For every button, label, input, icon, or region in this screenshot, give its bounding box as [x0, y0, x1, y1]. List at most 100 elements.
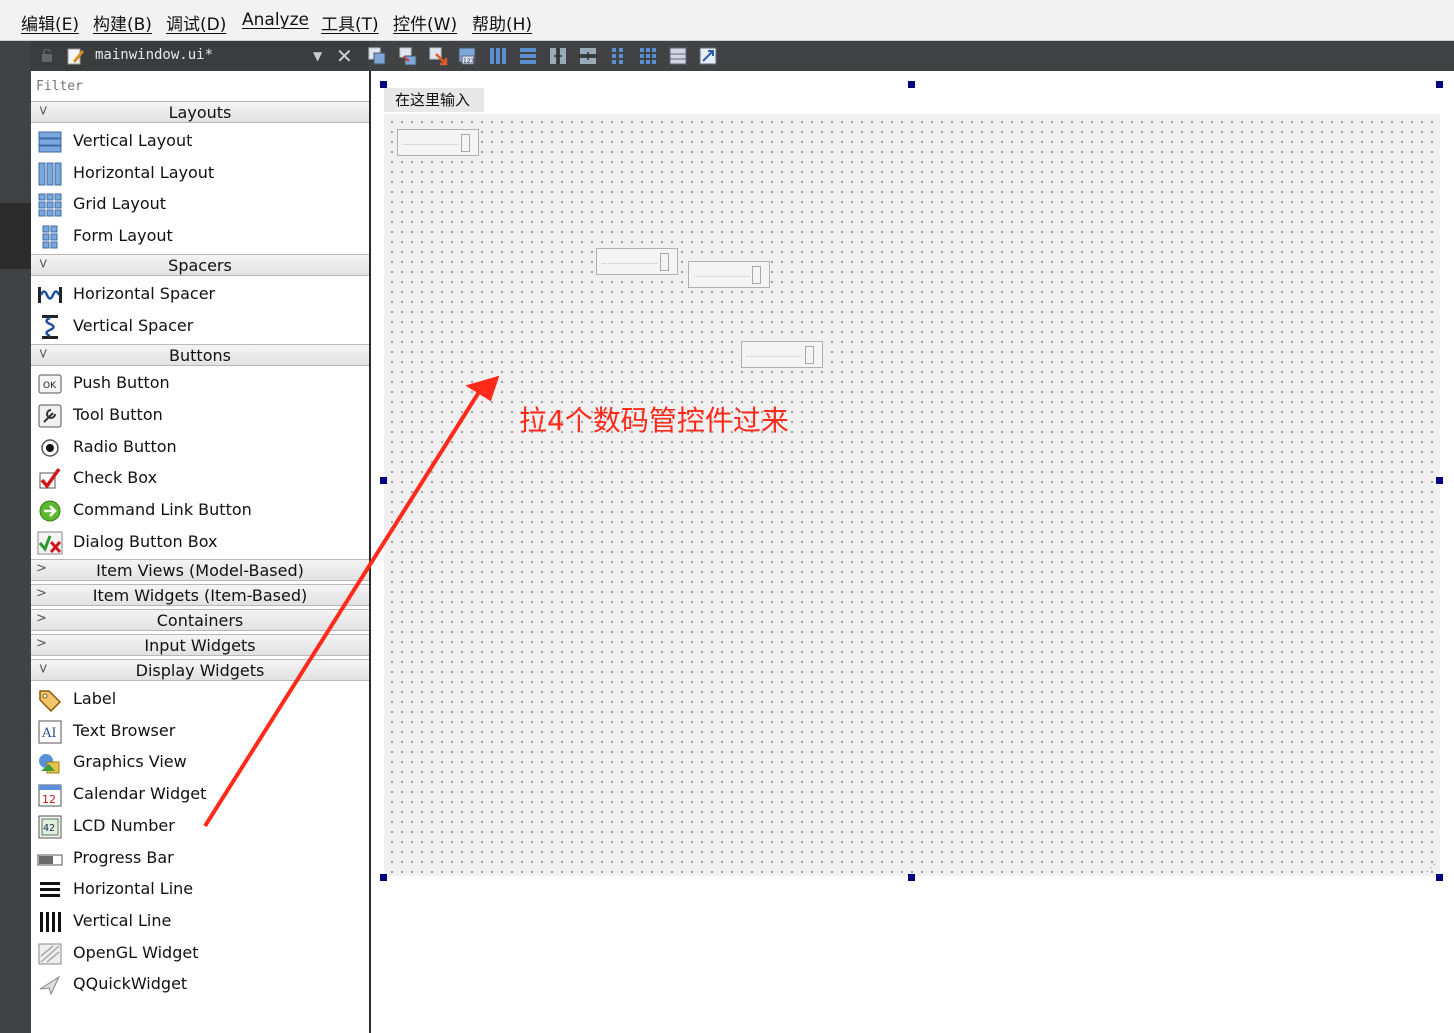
file-dropdown-icon[interactable]: ▼ — [313, 49, 322, 63]
horizontal-line-icon — [40, 882, 60, 897]
selection-handle[interactable] — [380, 874, 387, 881]
layout-horizontal-splitter-icon[interactable] — [547, 45, 569, 67]
menu-widgets[interactable]: 控件(W) — [393, 10, 457, 35]
lcd-digit — [752, 266, 761, 284]
menu-edit[interactable]: 编辑(E) — [21, 10, 79, 35]
lcd-segments — [602, 263, 657, 264]
widget-label: Progress Bar — [73, 848, 174, 867]
widget-command-link-button[interactable]: Command Link Button — [31, 496, 369, 526]
lcd-number-2[interactable] — [596, 248, 678, 275]
lcd-number-3[interactable] — [688, 261, 770, 288]
edit-tab-order-icon[interactable]: 123 — [457, 45, 479, 67]
tool-button-icon — [38, 404, 62, 428]
category-buttons[interactable]: > Buttons — [31, 344, 369, 366]
widget-graphics-view[interactable]: Graphics View — [31, 748, 369, 778]
widget-push-button[interactable]: OK Push Button — [31, 369, 369, 399]
selection-handle[interactable] — [380, 477, 387, 484]
lcd-number-4[interactable] — [741, 341, 823, 368]
widget-form-layout[interactable]: Form Layout — [31, 222, 369, 252]
edit-buddies-icon[interactable] — [427, 45, 449, 67]
lcd-segments — [694, 276, 749, 277]
selection-handle[interactable] — [908, 81, 915, 88]
selection-handle[interactable] — [1436, 874, 1443, 881]
widget-progress-bar[interactable]: Progress Bar — [31, 844, 369, 874]
menu-type-here[interactable]: 在这里输入 — [384, 88, 484, 112]
category-label: Display Widgets — [135, 661, 265, 680]
mode-design-active[interactable] — [0, 203, 31, 269]
widget-vertical-line[interactable]: Vertical Line — [31, 907, 369, 937]
widget-lcd-number[interactable]: 42 LCD Number — [31, 812, 369, 842]
lock-icon[interactable] — [41, 49, 53, 62]
layout-horizontal-icon[interactable] — [487, 45, 509, 67]
qquickwidget-icon — [39, 975, 61, 996]
selection-handle[interactable] — [1436, 477, 1443, 484]
widget-vertical-layout[interactable]: Vertical Layout — [31, 127, 369, 157]
main-window-form[interactable]: 在这里输入 ⋰ — [384, 84, 1440, 876]
widget-label: Graphics View — [73, 752, 187, 771]
widget-label: Vertical Layout — [73, 131, 193, 150]
category-label: Buttons — [169, 346, 231, 365]
widget-horizontal-layout[interactable]: Horizontal Layout — [31, 159, 369, 189]
menu-build[interactable]: 构建(B) — [93, 10, 152, 35]
close-file-icon[interactable]: ✕ — [336, 44, 353, 68]
widget-label: Horizontal Layout — [73, 163, 215, 182]
annotation-text: 拉4个数码管控件过来 — [519, 404, 789, 437]
layout-form-icon[interactable] — [607, 45, 629, 67]
horizontal-spacer-icon — [38, 287, 62, 303]
opengl-widget-icon — [38, 943, 62, 965]
category-label: Item Views (Model-Based) — [96, 561, 304, 580]
check-box-icon — [39, 467, 61, 489]
vertical-layout-icon — [38, 131, 62, 153]
menu-analyze[interactable]: Analyze — [242, 10, 309, 30]
widget-text-browser[interactable]: AI Text Browser — [31, 717, 369, 747]
open-file-tab[interactable]: mainwindow.ui* ▼ ✕ — [31, 41, 369, 71]
menu-debug[interactable]: 调试(D) — [166, 10, 226, 35]
edit-signals-slots-icon[interactable] — [397, 45, 419, 67]
selection-handle[interactable] — [908, 874, 915, 881]
layout-vertical-splitter-icon[interactable] — [577, 45, 599, 67]
editor-toolbar: mainwindow.ui* ▼ ✕ 123 — [31, 41, 1454, 71]
edit-widgets-icon[interactable] — [366, 45, 388, 67]
widget-horizontal-line[interactable]: Horizontal Line — [31, 875, 369, 905]
break-layout-icon[interactable] — [667, 45, 689, 67]
category-containers[interactable]: > Containers — [31, 609, 369, 631]
layout-grid-icon[interactable] — [637, 45, 659, 67]
widget-calendar[interactable]: 12 Calendar Widget — [31, 780, 369, 810]
filter-input[interactable] — [31, 71, 369, 101]
category-item-widgets[interactable]: > Item Widgets (Item-Based) — [31, 584, 369, 606]
category-label: Spacers — [168, 256, 232, 275]
widget-opengl[interactable]: OpenGL Widget — [31, 939, 369, 969]
category-display-widgets[interactable]: > Display Widgets — [31, 659, 369, 681]
widget-label: Horizontal Spacer — [73, 284, 216, 303]
category-spacers[interactable]: > Spacers — [31, 254, 369, 276]
form-layout-icon — [42, 225, 58, 249]
svg-text:12: 12 — [42, 793, 56, 806]
category-layouts[interactable]: > Layouts — [31, 101, 369, 123]
menu-help[interactable]: 帮助(H) — [472, 10, 532, 35]
widget-label-item[interactable]: Label — [31, 685, 369, 715]
lcd-number-1[interactable] — [397, 129, 479, 156]
selection-handle[interactable] — [1436, 81, 1443, 88]
widget-grid-layout[interactable]: Grid Layout — [31, 190, 369, 220]
adjust-size-icon[interactable] — [697, 45, 719, 67]
widget-label: Vertical Line — [73, 911, 172, 930]
radio-button-icon — [41, 439, 59, 457]
widget-dialog-button-box[interactable]: Dialog Button Box — [31, 528, 369, 558]
category-input-widgets[interactable]: > Input Widgets — [31, 634, 369, 656]
widget-vertical-spacer[interactable]: Vertical Spacer — [31, 312, 369, 342]
menu-tools[interactable]: 工具(T) — [321, 10, 379, 35]
widget-radio-button[interactable]: Radio Button — [31, 433, 369, 463]
category-item-views[interactable]: > Item Views (Model-Based) — [31, 559, 369, 581]
category-label: Containers — [156, 611, 244, 630]
layout-vertical-icon[interactable] — [517, 45, 539, 67]
resize-grip-icon[interactable]: ⋰ — [1426, 863, 1436, 874]
widget-tool-button[interactable]: Tool Button — [31, 401, 369, 431]
graphics-view-icon — [39, 754, 60, 774]
widget-check-box[interactable]: Check Box — [31, 464, 369, 494]
svg-text:OK: OK — [43, 381, 57, 391]
widget-qquick[interactable]: QQuickWidget — [31, 970, 369, 1000]
selection-handle[interactable] — [380, 81, 387, 88]
mode-bar — [0, 41, 31, 1033]
widget-label: Command Link Button — [73, 500, 252, 519]
widget-horizontal-spacer[interactable]: Horizontal Spacer — [31, 280, 369, 310]
